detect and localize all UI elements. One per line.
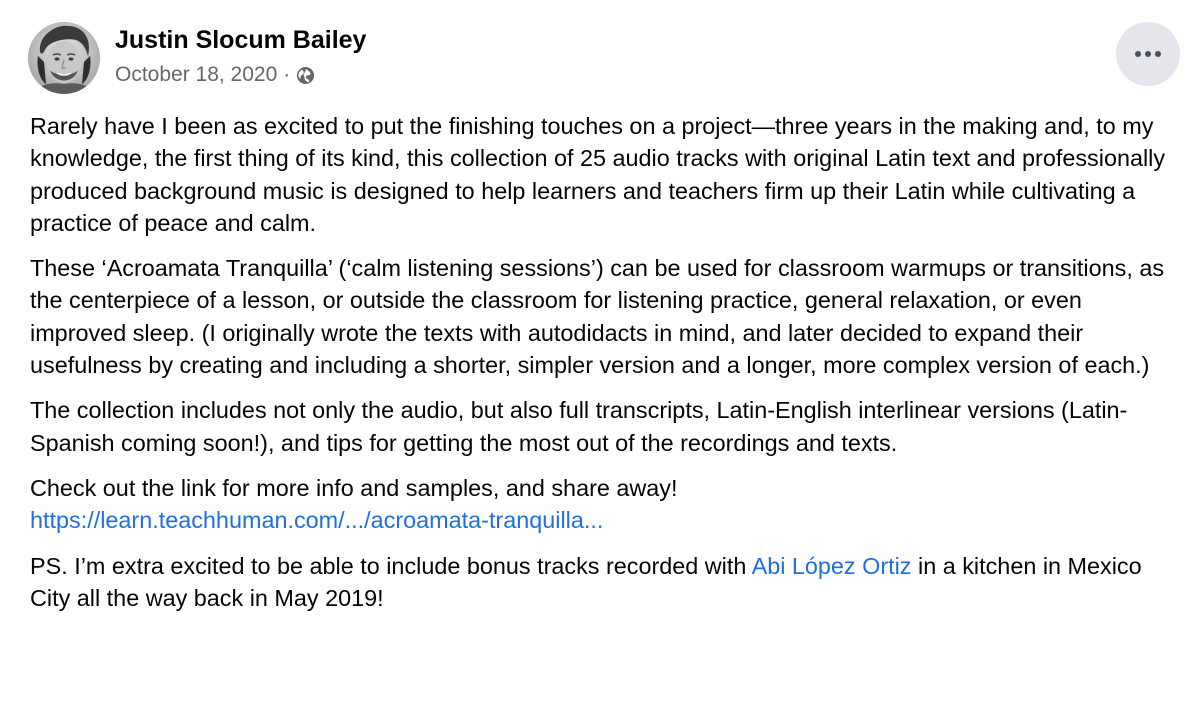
post-link[interactable]: https://learn.teachhuman.com/.../acroama… bbox=[30, 507, 603, 533]
more-horizontal-icon bbox=[1135, 51, 1161, 57]
post-paragraph-5-before: PS. I’m extra excited to be able to incl… bbox=[30, 552, 752, 579]
more-options-button[interactable] bbox=[1116, 22, 1180, 86]
author-name[interactable]: Justin Slocum Bailey bbox=[115, 26, 366, 55]
post-paragraph-4: Check out the link for more info and sam… bbox=[30, 472, 1180, 537]
post-body: Rarely have I been as excited to put the… bbox=[30, 110, 1180, 627]
avatar[interactable] bbox=[28, 22, 100, 94]
post-paragraph-4-text: Check out the link for more info and sam… bbox=[30, 474, 678, 501]
facebook-post: Justin Slocum Bailey October 18, 2020 · … bbox=[0, 0, 1200, 713]
post-paragraph-1: Rarely have I been as excited to put the… bbox=[30, 113, 1166, 236]
avatar-photo bbox=[28, 22, 100, 94]
post-date[interactable]: October 18, 2020 bbox=[115, 63, 277, 87]
mention-link[interactable]: Abi López Ortiz bbox=[752, 553, 912, 579]
post-paragraph-5: PS. I’m extra excited to be able to incl… bbox=[30, 550, 1180, 615]
globe-icon[interactable] bbox=[296, 66, 315, 85]
meta-separator: · bbox=[283, 63, 291, 86]
post-paragraph-3: The collection includes not only the aud… bbox=[30, 397, 1128, 456]
post-paragraph-2: These ‘Acroamata Tranquilla’ (‘calm list… bbox=[30, 255, 1165, 379]
post-meta: October 18, 2020 · bbox=[115, 63, 315, 87]
post-header: Justin Slocum Bailey October 18, 2020 · bbox=[28, 22, 1180, 102]
